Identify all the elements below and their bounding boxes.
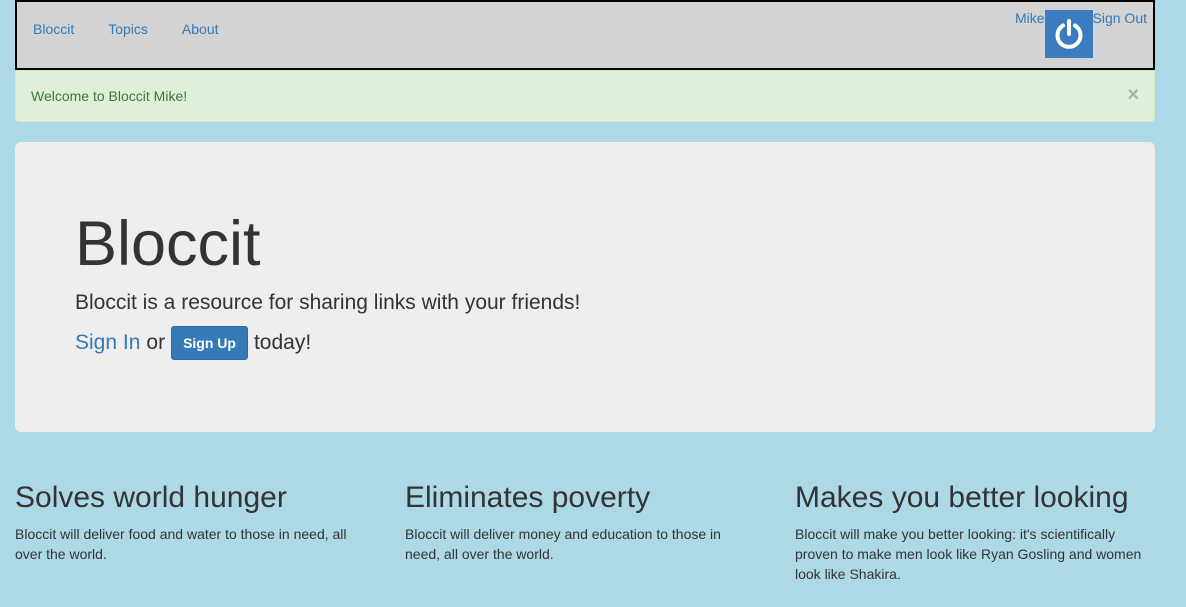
avatar[interactable] bbox=[1044, 10, 1093, 58]
or-text: or bbox=[146, 331, 166, 354]
today-text: today! bbox=[253, 331, 312, 354]
alert-message: Welcome to Bloccit Mike! bbox=[31, 88, 188, 104]
feature-title: Makes you better looking bbox=[795, 481, 1129, 514]
jumbotron: Bloccit Bloccit is a resource for sharin… bbox=[15, 142, 1155, 432]
nav-link-bloccit[interactable]: Bloccit bbox=[33, 21, 74, 37]
close-icon[interactable]: × bbox=[1127, 85, 1139, 105]
user-name-link[interactable]: Mike bbox=[1015, 10, 1045, 26]
sign-up-button[interactable]: Sign Up bbox=[171, 326, 248, 360]
top-navbar: Bloccit Topics About Mike Sign Out bbox=[15, 0, 1155, 70]
nav-link-topics[interactable]: Topics bbox=[108, 21, 148, 37]
sign-out-link[interactable]: Sign Out bbox=[1093, 10, 1147, 26]
feature-text: Bloccit will make you better looking: it… bbox=[795, 526, 1142, 582]
call-to-action: Sign In or Sign Up today! bbox=[75, 326, 1095, 360]
user-area: Mike Sign Out bbox=[1015, 10, 1147, 58]
power-icon bbox=[1055, 19, 1082, 49]
feature-text: Bloccit will deliver food and water to t… bbox=[15, 526, 347, 562]
nav-link-about[interactable]: About bbox=[182, 21, 219, 37]
sign-in-link[interactable]: Sign In bbox=[75, 326, 140, 360]
features-row: Solves world hunger Bloccit will deliver… bbox=[15, 478, 1185, 584]
feature-text: Bloccit will deliver money and education… bbox=[405, 526, 721, 562]
feature-looks: Makes you better looking Bloccit will ma… bbox=[795, 478, 1185, 584]
welcome-alert: Welcome to Bloccit Mike! × bbox=[15, 70, 1155, 122]
feature-title: Solves world hunger bbox=[15, 481, 287, 514]
feature-poverty: Eliminates poverty Bloccit will deliver … bbox=[405, 478, 795, 584]
feature-hunger: Solves world hunger Bloccit will deliver… bbox=[15, 478, 405, 584]
nav-links: Bloccit Topics About bbox=[33, 21, 253, 37]
lead-text: Bloccit is a resource for sharing links … bbox=[75, 291, 581, 314]
feature-title: Eliminates poverty bbox=[405, 481, 651, 514]
page-title: Bloccit bbox=[75, 209, 261, 279]
